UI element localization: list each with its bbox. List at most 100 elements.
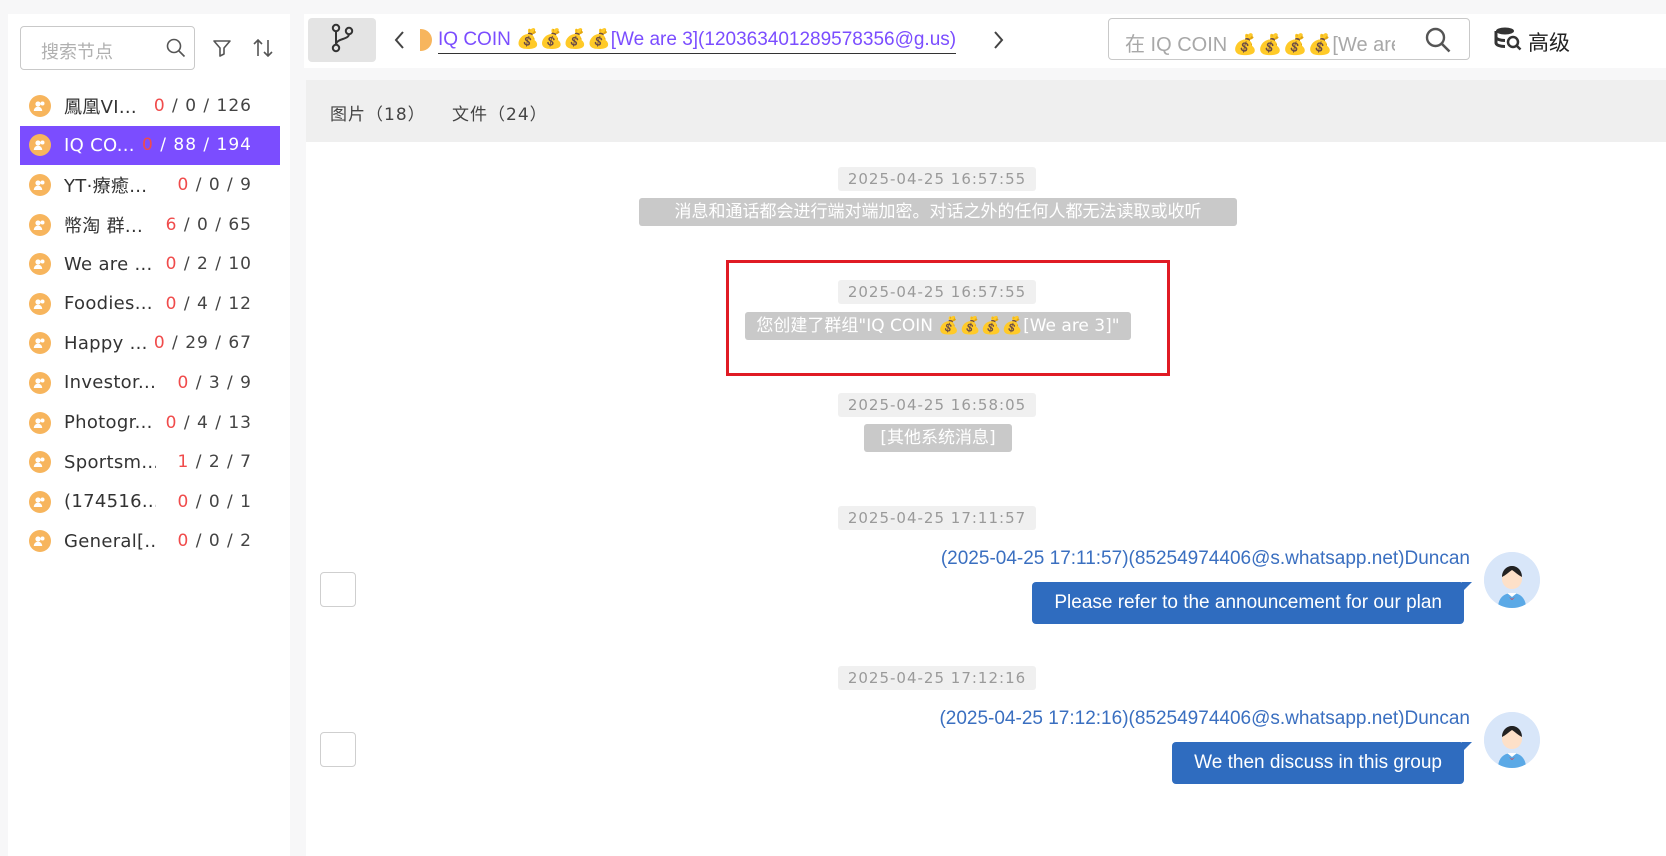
media-tabs: 图片（18） 文件（24） [306,80,1666,142]
user-avatar [1484,552,1540,608]
group-avatar-icon [29,451,51,474]
node-search-placeholder: 搜索节点 [41,42,113,63]
node-counts: 0 / 4 / 12 [166,294,252,314]
node-name: (174516... [64,491,156,513]
group-avatar-icon [29,253,51,276]
node-name: YT·療癒... [64,175,148,197]
tab-files[interactable]: 文件（24） [452,100,548,125]
group-avatar-icon [29,530,51,553]
node-item[interactable]: 幣淘 群... 6 / 0 / 65 [20,205,280,245]
user-avatar [1484,712,1540,768]
system-message: [其他系统消息] [864,424,1012,452]
chevron-right-icon[interactable] [990,26,1006,59]
node-item[interactable]: Investor... 0 / 3 / 9 [20,363,280,403]
node-item[interactable]: General[... 0 / 0 / 2 [20,522,280,562]
message-sender: (2025-04-25 17:12:16)(85254974406@s.what… [939,708,1470,729]
node-name: Photogr... [64,412,153,434]
node-item-active[interactable]: IQ CO... 0 / 88 / 194 [20,125,280,166]
node-name: 鳳凰VI... [64,96,137,118]
group-avatar-icon [420,29,432,51]
node-totals: / 0 / 65 [177,214,252,235]
group-avatar-icon [29,292,51,315]
group-avatar-icon [29,94,51,117]
node-counts: 0 / 0 / 9 [177,175,252,195]
node-unread: 0 [142,135,154,156]
node-unread: 0 [165,254,178,275]
chat-header: IQ COIN 💰💰💰💰[We are 3](12036340128957835… [304,14,1666,68]
node-unread: 6 [165,214,178,235]
node-name: Foodies... [64,293,153,315]
node-name: 幣淘 群... [64,215,143,237]
tab-images[interactable]: 图片（18） [330,100,426,125]
message-checkbox[interactable] [320,572,356,607]
node-unread: 0 [165,412,178,433]
node-totals: / 2 / 7 [189,452,252,473]
node-unread: 0 [177,174,190,195]
message-timestamp: 2025-04-25 16:57:55 [838,167,1036,191]
node-item[interactable]: Happy ... 0 / 29 / 67 [20,324,280,364]
node-item[interactable]: (174516... 0 / 0 / 1 [20,482,280,522]
node-search-input[interactable]: 搜索节点 [20,26,195,70]
filter-icon[interactable] [212,38,232,63]
chevron-left-icon[interactable] [392,26,408,59]
advanced-search-icon [1494,26,1522,58]
node-totals: / 4 / 12 [177,293,252,314]
group-avatar-icon [29,213,51,236]
node-totals: / 0 / 126 [165,95,252,116]
node-counts: 0 / 88 / 194 [142,135,252,155]
system-message: 您创建了群组"IQ COIN 💰💰💰💰[We are 3]" [745,312,1131,340]
node-item[interactable]: Sportsm... 1 / 2 / 7 [20,442,280,482]
node-totals: / 0 / 2 [189,531,252,552]
node-totals: / 88 / 194 [153,135,252,156]
chat-title-link[interactable]: IQ COIN 💰💰💰💰[We are 3](12036340128957835… [438,27,957,54]
branch-icon [329,23,355,58]
node-counts: 6 / 0 / 65 [166,215,252,235]
branch-button[interactable] [308,18,376,62]
node-name: General[... [64,530,156,552]
node-item[interactable]: YT·療癒... 0 / 0 / 9 [20,165,280,205]
node-counts: 1 / 2 / 7 [177,452,252,472]
sort-icon[interactable] [252,38,274,63]
advanced-search-button[interactable]: 高级 [1494,26,1570,58]
node-counts: 0 / 2 / 10 [166,254,252,274]
node-counts: 0 / 29 / 67 [154,333,252,353]
message-bubble[interactable]: Please refer to the announcement for our… [1032,582,1472,624]
node-unread: 0 [153,95,166,116]
node-item[interactable]: We are ... 0 / 2 / 10 [20,244,280,284]
node-totals: / 2 / 10 [177,254,252,275]
node-unread: 0 [177,531,190,552]
node-name: Investor... [64,372,156,394]
node-totals: / 29 / 67 [165,333,252,354]
node-name: We are ... [64,253,153,275]
node-unread: 0 [165,293,178,314]
chat-search-value: 在 IQ COIN 💰💰💰💰[We are 3] [1125,34,1395,56]
node-name: Sportsm... [64,451,156,473]
message-bubble[interactable]: We then discuss in this group [1172,742,1472,784]
node-item[interactable]: 鳳凰VI... 0 / 0 / 126 [20,86,280,126]
group-avatar-icon [29,173,51,196]
sidebar-toolbar: 搜索节点 [20,26,290,72]
group-avatar-icon [29,371,51,394]
node-unread: 0 [177,491,190,512]
search-icon[interactable] [1425,27,1451,58]
message-timestamp: 2025-04-25 16:58:05 [838,393,1036,417]
node-counts: 0 / 4 / 13 [166,413,252,433]
system-message: 消息和通话都会进行端对端加密。对话之外的任何人都无法读取或收听 [639,198,1237,226]
chat-panel: 图片（18） 文件（24） 2025-04-25 16:57:55 消息和通话都… [306,80,1666,856]
group-avatar-icon [29,490,51,513]
group-avatar-icon [29,411,51,434]
chat-search-input[interactable]: 在 IQ COIN 💰💰💰💰[We are 3] [1108,18,1470,60]
node-item[interactable]: Photogr... 0 / 4 / 13 [20,403,280,443]
node-item[interactable]: Foodies... 0 / 4 / 12 [20,284,280,324]
node-counts: 0 / 0 / 126 [154,96,252,116]
message-timestamp: 2025-04-25 17:11:57 [838,506,1036,530]
message-timestamp: 2025-04-25 16:57:55 [838,280,1036,304]
message-checkbox[interactable] [320,732,356,767]
advanced-search-label: 高级 [1528,31,1570,55]
node-unread: 0 [177,372,190,393]
node-counts: 0 / 0 / 2 [177,531,252,551]
chat-title-breadcrumb[interactable]: IQ COIN 💰💰💰💰[We are 3](12036340128957835… [420,24,958,56]
node-name: Happy ... [64,332,148,354]
node-unread: 0 [153,333,166,354]
search-icon[interactable] [166,38,186,63]
